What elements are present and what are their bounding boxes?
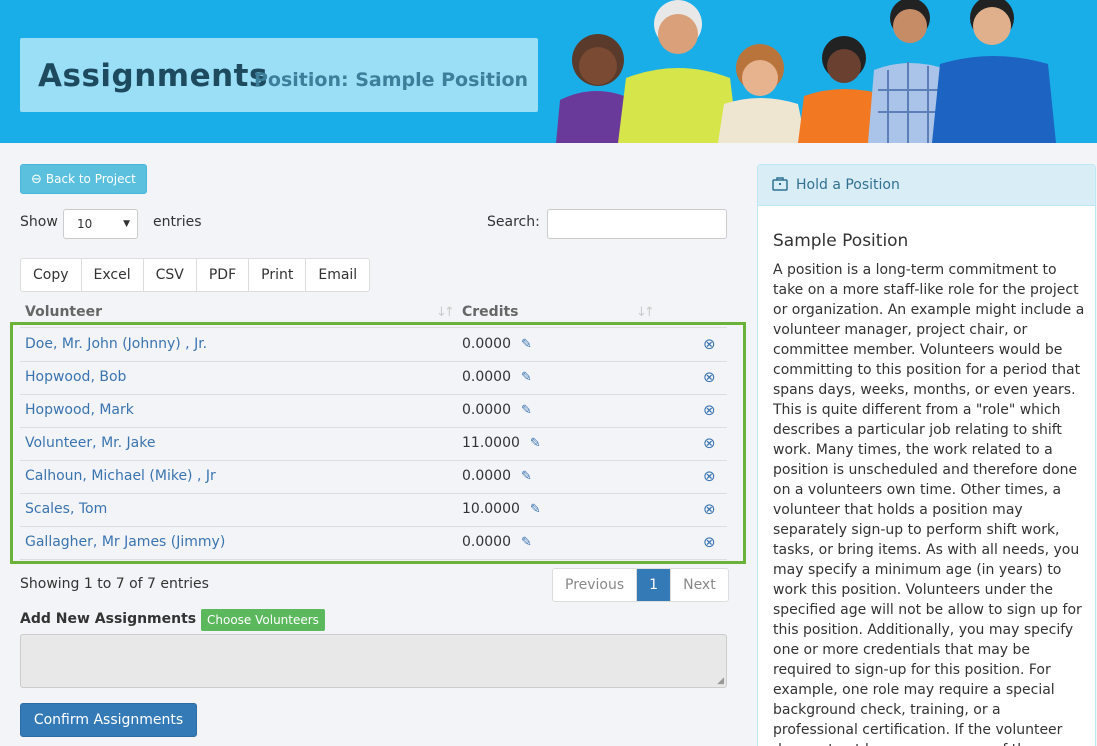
entries-select-value: 10 <box>77 217 93 231</box>
choose-volunteers-button[interactable]: Choose Volunteers <box>201 609 325 631</box>
remove-icon[interactable]: ⊗ <box>703 467 716 485</box>
remove-icon[interactable]: ⊗ <box>703 401 716 419</box>
table-row: Scales, Tom 10.0000 ✎ ⊗ <box>20 494 727 527</box>
assignments-table-body: Doe, Mr. John (Johnny) , Jr. 0.0000 ✎ ⊗ … <box>20 329 727 560</box>
volunteers-photo <box>548 0 1097 143</box>
remove-icon[interactable]: ⊗ <box>703 500 716 518</box>
previous-page-button[interactable]: Previous <box>553 569 638 601</box>
table-info: Showing 1 to 7 of 7 entries <box>20 576 209 592</box>
search-input[interactable] <box>547 209 727 239</box>
pagination: Previous 1 Next <box>552 568 729 602</box>
credits-cell: 0.0000 ✎ <box>462 468 532 484</box>
volunteer-link[interactable]: Volunteer, Mr. Jake <box>25 435 155 451</box>
caret-down-icon: ▼ <box>123 219 130 229</box>
pencil-icon[interactable]: ✎ <box>530 436 541 451</box>
volunteer-link[interactable]: Scales, Tom <box>25 501 107 517</box>
credits-value: 0.0000 <box>462 336 511 352</box>
excel-button[interactable]: Excel <box>82 259 144 291</box>
column-header-volunteer[interactable]: Volunteer <box>25 304 102 320</box>
credits-value: 0.0000 <box>462 534 511 550</box>
briefcase-icon <box>772 176 788 195</box>
credits-value: 0.0000 <box>462 402 511 418</box>
title-box: Assignments Position: Sample Position <box>20 38 538 112</box>
credits-cell: 0.0000 ✎ <box>462 534 532 550</box>
remove-icon[interactable]: ⊗ <box>703 368 716 386</box>
panel-title: Sample Position <box>773 231 909 251</box>
credits-cell: 10.0000 ✎ <box>462 501 541 517</box>
add-assignments-label: Add New Assignments <box>20 611 197 627</box>
credits-cell: 0.0000 ✎ <box>462 402 532 418</box>
back-to-project-label: Back to Project <box>45 172 136 186</box>
volunteer-link[interactable]: Hopwood, Bob <box>25 369 126 385</box>
info-panel: Hold a Position Sample Position A positi… <box>757 164 1096 746</box>
table-row: Hopwood, Bob 0.0000 ✎ ⊗ <box>20 362 727 395</box>
table-header-divider <box>20 327 727 328</box>
page-title: Assignments <box>38 58 268 94</box>
page-subtitle: Position: Sample Position <box>254 69 529 91</box>
new-assignments-textarea[interactable]: ◢ <box>20 634 727 688</box>
credits-cell: 0.0000 ✎ <box>462 369 532 385</box>
remove-icon[interactable]: ⊗ <box>703 434 716 452</box>
entries-select[interactable]: 10 ▼ <box>63 209 138 239</box>
pencil-icon[interactable]: ✎ <box>521 370 532 385</box>
pencil-icon[interactable]: ✎ <box>521 403 532 418</box>
panel-description: A position is a long-term commitment to … <box>773 262 1085 746</box>
table-row: Volunteer, Mr. Jake 11.0000 ✎ ⊗ <box>20 428 727 461</box>
volunteer-link[interactable]: Doe, Mr. John (Johnny) , Jr. <box>25 336 207 352</box>
table-row: Doe, Mr. John (Johnny) , Jr. 0.0000 ✎ ⊗ <box>20 329 727 362</box>
credits-value: 10.0000 <box>462 501 520 517</box>
export-button-group: Copy Excel CSV PDF Print Email <box>20 258 371 292</box>
confirm-assignments-button[interactable]: Confirm Assignments <box>20 703 197 737</box>
circle-arrow-left-icon: ⊖ <box>31 171 42 187</box>
pencil-icon[interactable]: ✎ <box>521 469 532 484</box>
sort-icon[interactable]: ↓↑ <box>636 305 655 320</box>
sort-icon[interactable]: ↓↑ <box>436 305 455 320</box>
next-page-button[interactable]: Next <box>671 569 728 601</box>
credits-cell: 11.0000 ✎ <box>462 435 541 451</box>
volunteer-link[interactable]: Gallagher, Mr James (Jimmy) <box>25 534 225 550</box>
search-label: Search: <box>487 214 540 230</box>
pencil-icon[interactable]: ✎ <box>521 535 532 550</box>
print-button[interactable]: Print <box>249 259 307 291</box>
credits-value: 0.0000 <box>462 468 511 484</box>
remove-icon[interactable]: ⊗ <box>703 533 716 551</box>
volunteer-link[interactable]: Calhoun, Michael (Mike) , Jr <box>25 468 216 484</box>
show-label: Show <box>20 214 58 230</box>
volunteer-link[interactable]: Hopwood, Mark <box>25 402 134 418</box>
table-row: Calhoun, Michael (Mike) , Jr 0.0000 ✎ ⊗ <box>20 461 727 494</box>
remove-icon[interactable]: ⊗ <box>703 335 716 353</box>
pencil-icon[interactable]: ✎ <box>521 337 532 352</box>
table-row: Gallagher, Mr James (Jimmy) 0.0000 ✎ ⊗ <box>20 527 727 560</box>
panel-heading: Hold a Position <box>758 165 1095 206</box>
table-row: Hopwood, Mark 0.0000 ✎ ⊗ <box>20 395 727 428</box>
column-header-credits[interactable]: Credits <box>462 304 519 320</box>
credits-value: 11.0000 <box>462 435 520 451</box>
back-to-project-button[interactable]: ⊖ Back to Project <box>20 164 147 194</box>
pencil-icon[interactable]: ✎ <box>530 502 541 517</box>
pdf-button[interactable]: PDF <box>197 259 250 291</box>
header-banner: Assignments Position: Sample Position <box>0 0 1097 143</box>
copy-button[interactable]: Copy <box>21 259 82 291</box>
credits-cell: 0.0000 ✎ <box>462 336 532 352</box>
csv-button[interactable]: CSV <box>144 259 197 291</box>
page-1-button[interactable]: 1 <box>637 569 672 601</box>
email-button[interactable]: Email <box>306 259 369 291</box>
entries-label: entries <box>153 214 202 230</box>
resize-grip-icon[interactable]: ◢ <box>717 676 724 686</box>
panel-heading-label: Hold a Position <box>796 177 900 193</box>
credits-value: 0.0000 <box>462 369 511 385</box>
